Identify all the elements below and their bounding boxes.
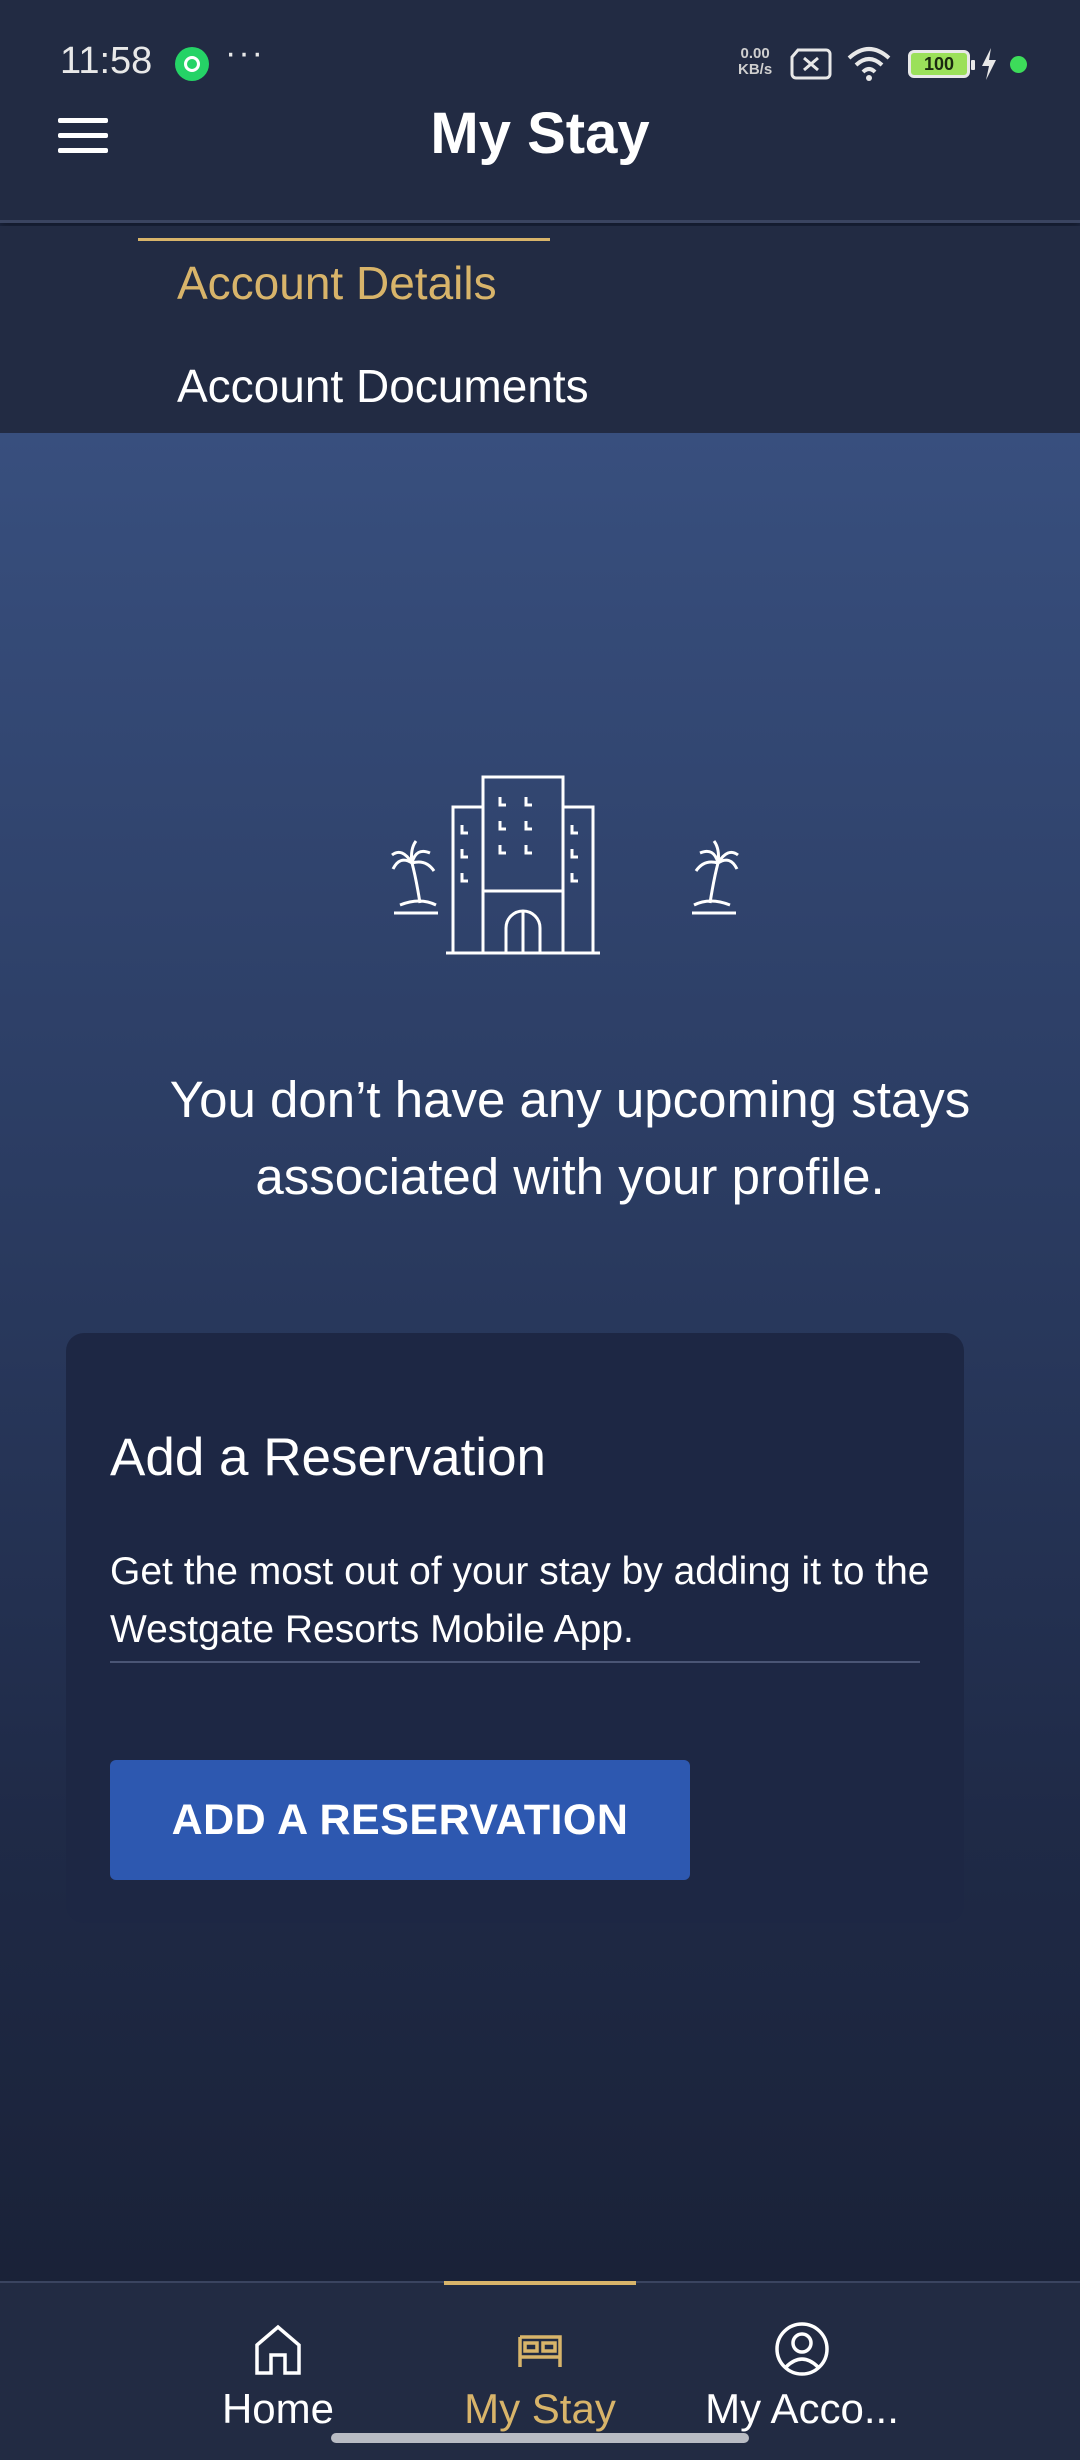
- building-icon: [446, 775, 600, 955]
- subtab-active-indicator: [138, 238, 550, 241]
- home-icon: [255, 2324, 301, 2375]
- card-description: Get the most out of your stay by adding …: [110, 1550, 930, 1651]
- privacy-indicator-dot: [1010, 56, 1027, 73]
- page-title: My Stay: [430, 101, 650, 166]
- nav-label-my-account: My Acco...: [705, 2385, 899, 2432]
- subtab-account-details[interactable]: Account Details: [177, 256, 497, 310]
- more-notifications-icon: ···: [225, 34, 265, 72]
- gesture-home-indicator[interactable]: [331, 2433, 749, 2443]
- wifi-icon: [847, 47, 891, 81]
- palm-tree-icon: [692, 840, 739, 915]
- battery-icon: 100: [908, 50, 975, 78]
- account-icon: [775, 2322, 829, 2376]
- nav-item-home[interactable]: Home: [138, 2321, 418, 2433]
- card-title: Add a Reservation: [110, 1428, 547, 1487]
- network-speed-unit: KB/s: [738, 61, 773, 78]
- main-content: You don’t have any upcoming stays associ…: [0, 433, 1080, 2281]
- network-speed-value: 0.00: [740, 45, 770, 62]
- bed-icon: [518, 2335, 562, 2367]
- charging-icon: [982, 48, 996, 80]
- card-divider: [110, 1661, 920, 1663]
- subtab-account-documents[interactable]: Account Documents: [177, 359, 589, 413]
- palm-tree-icon: [391, 840, 438, 915]
- add-reservation-card: Add a Reservation Get the most out of yo…: [66, 1333, 964, 1923]
- network-speed: 0.00 KB/s: [738, 46, 772, 78]
- nav-label-my-stay: My Stay: [464, 2385, 616, 2432]
- status-time: 11:58: [60, 40, 153, 82]
- nav-item-my-account[interactable]: My Acco...: [662, 2321, 942, 2433]
- hotel-illustration-icon: [391, 775, 739, 955]
- empty-stays-message: You don’t have any upcoming stays associ…: [169, 1071, 971, 1205]
- nav-item-my-stay[interactable]: My Stay: [400, 2321, 680, 2433]
- account-subtabs: Account Details Account Documents: [0, 226, 1080, 433]
- nav-active-indicator: [444, 2281, 636, 2285]
- whatsapp-icon: [175, 47, 209, 81]
- app-header: 11:58 ··· 0.00 KB/s 100 My Stay: [0, 0, 1080, 223]
- no-sim-icon: [790, 48, 832, 80]
- add-reservation-button[interactable]: ADD A RESERVATION: [110, 1760, 690, 1880]
- nav-label-home: Home: [221, 2385, 335, 2432]
